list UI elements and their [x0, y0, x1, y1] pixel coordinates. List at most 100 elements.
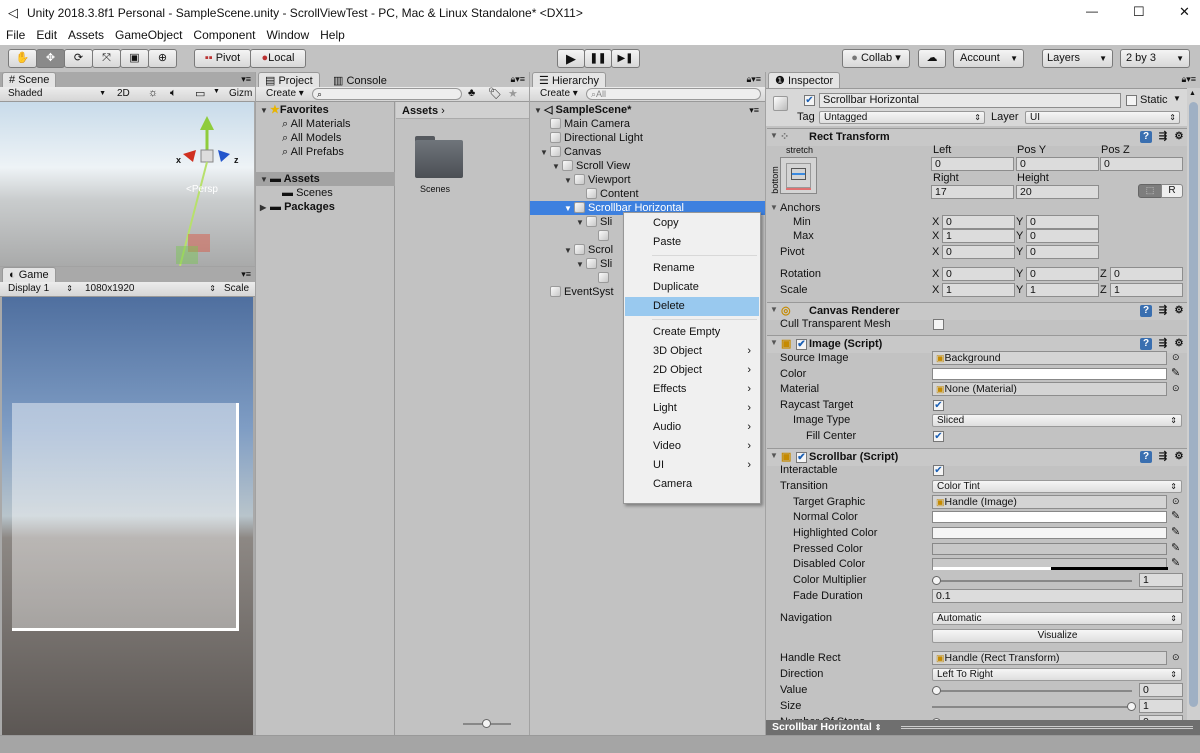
slider-track: [932, 706, 1132, 708]
eyedropper-icon[interactable]: ✎: [1171, 509, 1180, 522]
menu-item-copy[interactable]: Copy: [625, 214, 759, 233]
alpha-bar-bg: [933, 567, 1051, 570]
dropdown-value: Left To Right: [937, 669, 993, 680]
vector-field[interactable]: 0: [1026, 267, 1099, 281]
menu-item-rename[interactable]: Rename: [625, 259, 759, 278]
property-slider[interactable]: [932, 574, 1136, 587]
slider-value-field[interactable]: 1: [1139, 699, 1183, 713]
slider-knob[interactable]: [1127, 702, 1136, 711]
preview-drag-handle[interactable]: [901, 726, 1193, 729]
vector-field[interactable]: 0: [942, 245, 1015, 259]
menu-item-effects[interactable]: Effects ›: [625, 380, 759, 399]
property-checkbox[interactable]: ✔: [933, 465, 944, 476]
property-dropdown[interactable]: Sliced ⇕: [932, 414, 1182, 427]
component-enabled-checkbox[interactable]: ✔: [796, 339, 807, 350]
property-label: Raycast Target: [780, 399, 854, 411]
vector-field[interactable]: 1: [1026, 283, 1099, 297]
slider-knob[interactable]: [482, 719, 491, 728]
property-slider[interactable]: [932, 700, 1136, 713]
menu-item-ui[interactable]: UI ›: [625, 456, 759, 475]
menu-item-video[interactable]: Video ›: [625, 437, 759, 456]
property-label: Target Graphic: [793, 496, 866, 508]
menu-item-duplicate[interactable]: Duplicate: [625, 278, 759, 297]
color-field[interactable]: [932, 543, 1167, 555]
property-label: Scale: [780, 284, 808, 296]
gear-icon[interactable]: ⚙: [1173, 305, 1185, 317]
menu-item-paste[interactable]: Paste: [625, 233, 759, 252]
object-picker-icon[interactable]: ⊙: [1172, 383, 1180, 394]
help-icon[interactable]: ?: [1140, 338, 1152, 350]
color-field[interactable]: [932, 511, 1167, 523]
preview-bar[interactable]: Scrollbar Horizontal ⇕: [766, 720, 1200, 735]
eyedropper-icon[interactable]: ✎: [1171, 366, 1180, 379]
axis-label: Z: [1100, 284, 1107, 296]
object-picker-icon[interactable]: ⊙: [1172, 352, 1180, 363]
vector-field[interactable]: 0: [1110, 267, 1183, 281]
property-checkbox[interactable]: ✔: [933, 400, 944, 411]
property-checkbox[interactable]: [933, 319, 944, 330]
vector-field[interactable]: 1: [942, 229, 1015, 243]
menu-item-light[interactable]: Light ›: [625, 399, 759, 418]
menu-item-label: Audio: [653, 421, 682, 433]
menu-item-label: Video: [653, 440, 681, 452]
object-field[interactable]: ▣Background: [932, 351, 1167, 365]
eyedropper-icon[interactable]: ✎: [1171, 525, 1180, 538]
vector-field[interactable]: 0: [1026, 245, 1099, 259]
object-picker-icon[interactable]: ⊙: [1172, 496, 1180, 507]
visualize-button[interactable]: Visualize: [932, 629, 1183, 643]
object-field[interactable]: ▣Handle (Rect Transform): [932, 651, 1167, 665]
vector-field[interactable]: 0: [1026, 229, 1099, 243]
color-field[interactable]: [932, 558, 1168, 570]
property-label: Image Type: [793, 414, 851, 426]
axis-label: X: [932, 216, 940, 228]
preview-title: Scrollbar Horizontal: [772, 721, 872, 733]
vector-field[interactable]: 0: [1026, 215, 1099, 229]
vector-field[interactable]: 1: [1110, 283, 1183, 297]
menu-item-label: Rename: [653, 262, 695, 274]
menu-item-create-empty[interactable]: Create Empty: [625, 323, 759, 342]
vector-field[interactable]: 1: [942, 283, 1015, 297]
menu-item-audio[interactable]: Audio ›: [625, 418, 759, 437]
vector-field[interactable]: 0: [942, 267, 1015, 281]
property-dropdown[interactable]: Left To Right ⇕: [932, 668, 1182, 681]
preset-icon[interactable]: ⇶: [1157, 451, 1169, 463]
slider-knob[interactable]: [932, 686, 941, 695]
vector-field[interactable]: 0: [942, 215, 1015, 229]
fold-arrow-icon[interactable]: ▼: [770, 338, 778, 347]
icon-size-slider[interactable]: [463, 719, 511, 728]
property-checkbox[interactable]: ✔: [933, 431, 944, 442]
property-slider[interactable]: [932, 684, 1136, 697]
menu-item-camera[interactable]: Camera: [625, 475, 759, 494]
eyedropper-icon[interactable]: ✎: [1171, 556, 1180, 569]
fold-arrow-icon[interactable]: ▼: [770, 451, 778, 460]
help-icon[interactable]: ?: [1140, 451, 1152, 463]
text-field[interactable]: 0.1: [932, 589, 1183, 603]
menu-item-3d-object[interactable]: 3D Object ›: [625, 342, 759, 361]
object-field-value: Handle (Image): [944, 496, 1017, 508]
foldout-arrow-icon[interactable]: ▼: [770, 203, 778, 212]
help-icon[interactable]: ?: [1140, 305, 1152, 317]
menu-item-label: 2D Object: [653, 364, 702, 376]
gear-icon[interactable]: ⚙: [1173, 451, 1185, 463]
fold-arrow-icon[interactable]: ▼: [770, 305, 778, 314]
slider-value-field[interactable]: 1: [1139, 573, 1183, 587]
preset-icon[interactable]: ⇶: [1157, 305, 1169, 317]
slider-track: [932, 580, 1132, 582]
property-label: Rotation: [780, 268, 821, 280]
eyedropper-icon[interactable]: ✎: [1171, 541, 1180, 554]
component-enabled-checkbox[interactable]: ✔: [796, 452, 807, 463]
slider-knob[interactable]: [932, 576, 941, 585]
color-field[interactable]: [932, 368, 1167, 380]
color-field[interactable]: [932, 527, 1167, 539]
menu-item-2d-object[interactable]: 2D Object ›: [625, 361, 759, 380]
property-dropdown[interactable]: Color Tint ⇕: [932, 480, 1182, 493]
object-field[interactable]: ▣None (Material): [932, 382, 1167, 396]
object-field[interactable]: ▣Handle (Image): [932, 495, 1167, 509]
property-label: Cull Transparent Mesh: [780, 318, 891, 330]
preset-icon[interactable]: ⇶: [1157, 338, 1169, 350]
menu-item-delete[interactable]: Delete: [625, 297, 759, 316]
object-picker-icon[interactable]: ⊙: [1172, 652, 1180, 663]
property-dropdown[interactable]: Automatic ⇕: [932, 612, 1182, 625]
gear-icon[interactable]: ⚙: [1173, 338, 1185, 350]
slider-value-field[interactable]: 0: [1139, 683, 1183, 697]
